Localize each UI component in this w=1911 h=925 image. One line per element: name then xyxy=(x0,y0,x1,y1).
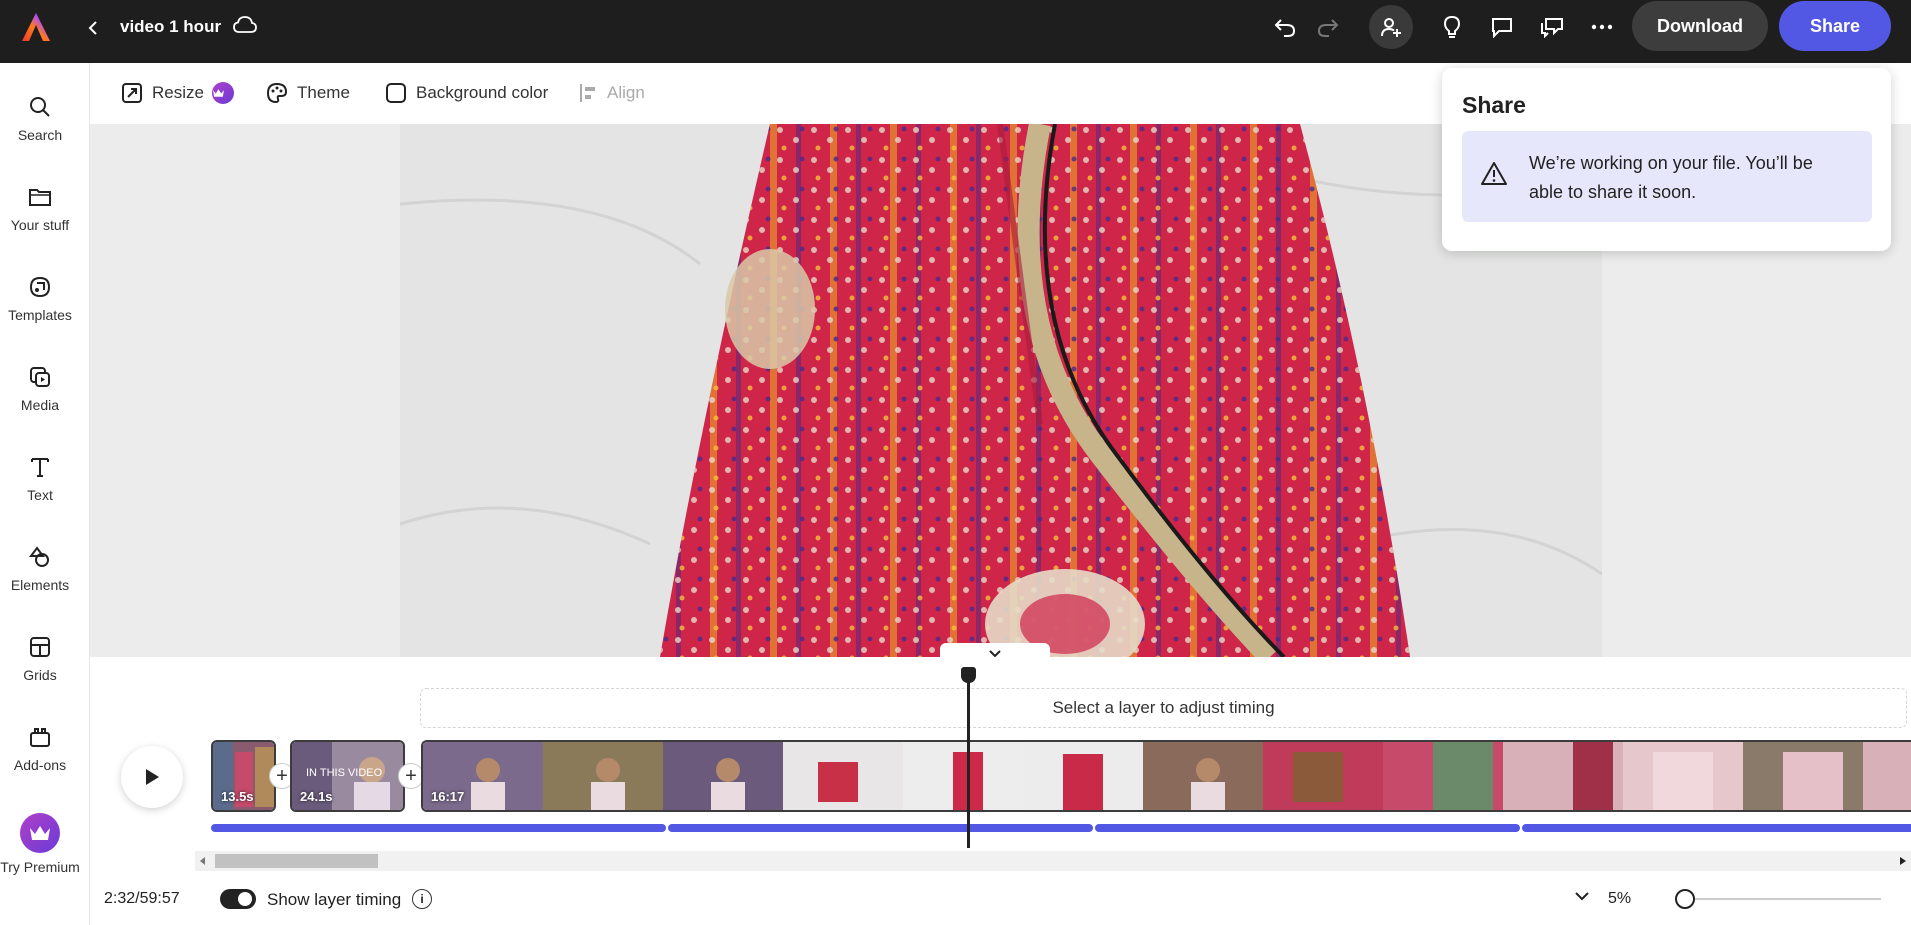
rail-label: Try Premium xyxy=(0,859,80,875)
show-layer-timing-label: Show layer timing xyxy=(267,890,402,909)
play-icon xyxy=(146,769,159,785)
timeline: Select a layer to adjust timing 13.5s + … xyxy=(90,657,1911,874)
align-left-icon xyxy=(580,84,595,102)
canvas-toolbar: Resize Theme Background color Align xyxy=(90,63,1440,124)
play-button[interactable] xyxy=(121,746,183,808)
text-icon xyxy=(26,453,54,481)
rail-item-text[interactable]: Text xyxy=(0,445,80,525)
show-layer-timing-toggle[interactable] xyxy=(220,889,256,909)
top-bar: video 1 hour Download Share xyxy=(0,0,1911,63)
resize-icon xyxy=(122,83,142,103)
playhead-handle[interactable] xyxy=(961,667,976,683)
cloud-sync-icon[interactable] xyxy=(232,14,258,38)
left-rail: Search Your stuff Templates Media Text E… xyxy=(0,63,90,925)
back-icon[interactable] xyxy=(83,14,103,42)
layer-timing-hint[interactable]: Select a layer to adjust timing xyxy=(420,688,1907,728)
document-title[interactable]: video 1 hour xyxy=(120,17,221,37)
rail-label: Add-ons xyxy=(13,757,67,773)
timeline-scrollbar[interactable] xyxy=(195,851,1911,871)
zoom-slider-handle[interactable] xyxy=(1675,889,1695,909)
clip-duration: 13.5s xyxy=(221,789,254,804)
rail-item-media[interactable]: Media xyxy=(0,355,80,435)
share-status-message: We’re working on your file. You’ll be ab… xyxy=(1529,153,1813,202)
resize-button[interactable]: Resize xyxy=(121,79,234,107)
svg-text:IN THIS VIDEO: IN THIS VIDEO xyxy=(306,767,383,779)
clip-filmstrip xyxy=(423,742,1911,810)
add-person-icon xyxy=(1381,18,1401,37)
folder-icon xyxy=(26,183,54,211)
rail-label: Grids xyxy=(23,667,57,683)
clip-progress-bar xyxy=(211,824,666,832)
download-button[interactable]: Download xyxy=(1632,1,1768,51)
undo-icon[interactable] xyxy=(1270,13,1300,41)
warning-icon xyxy=(1480,161,1508,189)
clip-duration: 24.1s xyxy=(300,789,333,804)
elements-icon xyxy=(26,543,54,571)
comment-icon[interactable] xyxy=(1487,13,1517,41)
rail-label: Text xyxy=(27,487,53,503)
zoom-slider-track[interactable] xyxy=(1684,898,1881,900)
rail-label: Your stuff xyxy=(10,217,70,233)
playhead[interactable] xyxy=(967,675,970,848)
rail-item-elements[interactable]: Elements xyxy=(0,535,80,615)
invite-collaborator-button[interactable] xyxy=(1369,5,1413,49)
timeline-clip[interactable]: IN THIS VIDEO 24.1s xyxy=(290,740,405,812)
video-frame-image xyxy=(400,124,1602,657)
templates-icon xyxy=(26,273,54,301)
share-button[interactable]: Share xyxy=(1779,1,1891,51)
zoom-dropdown-chevron-icon[interactable] xyxy=(1574,888,1594,908)
rail-label: Media xyxy=(20,397,60,413)
review-comments-icon[interactable] xyxy=(1537,13,1567,41)
premium-crown-icon xyxy=(211,82,234,104)
crown-icon xyxy=(20,813,60,853)
clip-progress-bar xyxy=(1522,824,1911,832)
clip-progress-bar xyxy=(668,824,1093,832)
rail-item-addons[interactable]: Add-ons xyxy=(0,715,80,795)
more-options-icon[interactable] xyxy=(1587,13,1617,41)
addons-icon xyxy=(26,723,54,751)
scroll-right-icon[interactable] xyxy=(1900,857,1906,865)
info-icon[interactable]: i xyxy=(412,889,432,909)
video-preview[interactable] xyxy=(400,124,1602,657)
lightbulb-icon[interactable] xyxy=(1437,13,1467,41)
clip-progress-bar xyxy=(1095,824,1520,832)
scroll-left-icon[interactable] xyxy=(200,857,206,865)
rail-item-search[interactable]: Search xyxy=(0,85,80,165)
zoom-level[interactable]: 5% xyxy=(1608,890,1631,908)
background-color-button[interactable]: Background color xyxy=(385,79,548,107)
rail-label: Templates xyxy=(8,307,72,323)
bottom-bar: 2:32/59:57 Show layer timing i 5% xyxy=(90,874,1911,925)
clip-duration: 16:17 xyxy=(431,789,465,804)
adobe-express-logo[interactable] xyxy=(20,11,52,43)
share-status-box: We’re working on your file. You’ll be ab… xyxy=(1462,131,1872,222)
rail-label: Search xyxy=(17,127,63,143)
rail-item-try-premium[interactable]: Try Premium xyxy=(0,813,80,893)
scrollbar-thumb[interactable] xyxy=(215,854,378,868)
rail-item-grids[interactable]: Grids xyxy=(0,625,80,705)
media-icon xyxy=(26,363,54,391)
popover-title: Share xyxy=(1462,92,1526,118)
theme-button[interactable]: Theme xyxy=(266,79,350,107)
palette-icon xyxy=(266,82,288,104)
grids-icon xyxy=(26,633,54,661)
resize-label: Resize xyxy=(152,83,204,102)
theme-label: Theme xyxy=(297,83,350,102)
timeline-clip[interactable]: 13.5s xyxy=(211,740,276,812)
redo-icon xyxy=(1313,13,1343,41)
rail-item-your-stuff[interactable]: Your stuff xyxy=(0,175,80,255)
align-label: Align xyxy=(607,83,645,102)
background-color-label: Background color xyxy=(416,83,549,102)
share-popover: Share We’re working on your file. You’ll… xyxy=(1442,68,1891,251)
rail-label: Elements xyxy=(10,577,70,593)
rail-item-templates[interactable]: Templates xyxy=(0,265,80,345)
search-icon xyxy=(26,93,54,121)
align-button: Align xyxy=(578,79,645,107)
color-swatch-icon xyxy=(386,83,406,103)
timeline-clip[interactable]: 16:17 xyxy=(421,740,1911,812)
playback-time: 2:32/59:57 xyxy=(104,890,180,907)
